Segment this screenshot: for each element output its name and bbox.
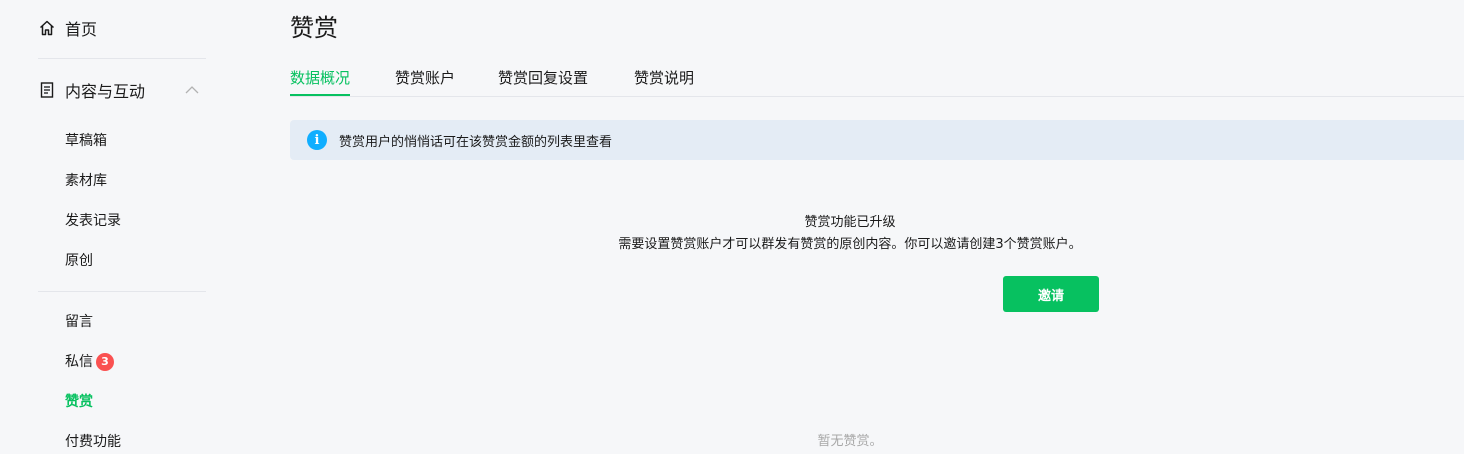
- sidebar-item-comments[interactable]: 留言: [65, 312, 93, 332]
- sidebar-item-original[interactable]: 原创: [65, 251, 93, 271]
- document-icon: [38, 81, 56, 99]
- notice-text: 赞赏用户的悄悄话可在该赞赏金额的列表里查看: [339, 134, 613, 150]
- empty-state-description: 需要设置赞赏账户才可以群发有赞赏的原创内容。你可以邀请创建3个赞赏账户。: [618, 237, 1082, 252]
- tab-reward-description[interactable]: 赞赏说明: [634, 66, 694, 90]
- sidebar-item-material-library[interactable]: 素材库: [65, 171, 107, 191]
- empty-state-title: 赞赏功能已升级: [804, 215, 896, 230]
- tab-reward-reply-settings[interactable]: 赞赏回复设置: [498, 66, 588, 90]
- info-icon: i: [307, 130, 327, 150]
- sidebar-divider: [38, 291, 206, 292]
- nav-group-label: 内容与互动: [65, 82, 146, 101]
- tab-bar: 数据概况 赞赏账户 赞赏回复设置 赞赏说明: [290, 66, 1464, 97]
- sidebar-divider: [38, 58, 206, 59]
- sidebar-item-drafts[interactable]: 草稿箱: [65, 131, 107, 151]
- sidebar-item-publish-records[interactable]: 发表记录: [65, 211, 121, 231]
- sidebar: 首页 内容与互动 草稿箱 素材库 发表记录 原创 留言 私信 3 赞赏 付费功能: [0, 0, 230, 454]
- chevron-up-icon[interactable]: [184, 82, 200, 98]
- unread-badge: 3: [96, 353, 114, 371]
- info-notice: i 赞赏用户的悄悄话可在该赞赏金额的列表里查看: [290, 120, 1464, 160]
- main-content: 赞赏 数据概况 赞赏账户 赞赏回复设置 赞赏说明 i 赞赏用户的悄悄话可在该赞赏…: [290, 0, 1464, 454]
- tab-data-overview[interactable]: 数据概况: [290, 66, 351, 96]
- no-rewards-text: 暂无赞赏。: [817, 434, 883, 449]
- page-title: 赞赏: [290, 14, 338, 42]
- tab-reward-accounts[interactable]: 赞赏账户: [395, 66, 455, 90]
- nav-home[interactable]: 首页: [38, 16, 97, 40]
- invite-button[interactable]: 邀请: [1003, 276, 1099, 312]
- home-icon: [38, 19, 56, 37]
- sidebar-item-messages-label: 私信: [65, 354, 93, 370]
- sidebar-item-messages[interactable]: 私信 3: [65, 352, 114, 372]
- sidebar-item-reward[interactable]: 赞赏: [65, 392, 93, 412]
- nav-group-content-interaction[interactable]: 内容与互动: [38, 78, 206, 102]
- nav-home-label: 首页: [65, 20, 98, 39]
- sidebar-item-paid-features[interactable]: 付费功能: [65, 432, 121, 452]
